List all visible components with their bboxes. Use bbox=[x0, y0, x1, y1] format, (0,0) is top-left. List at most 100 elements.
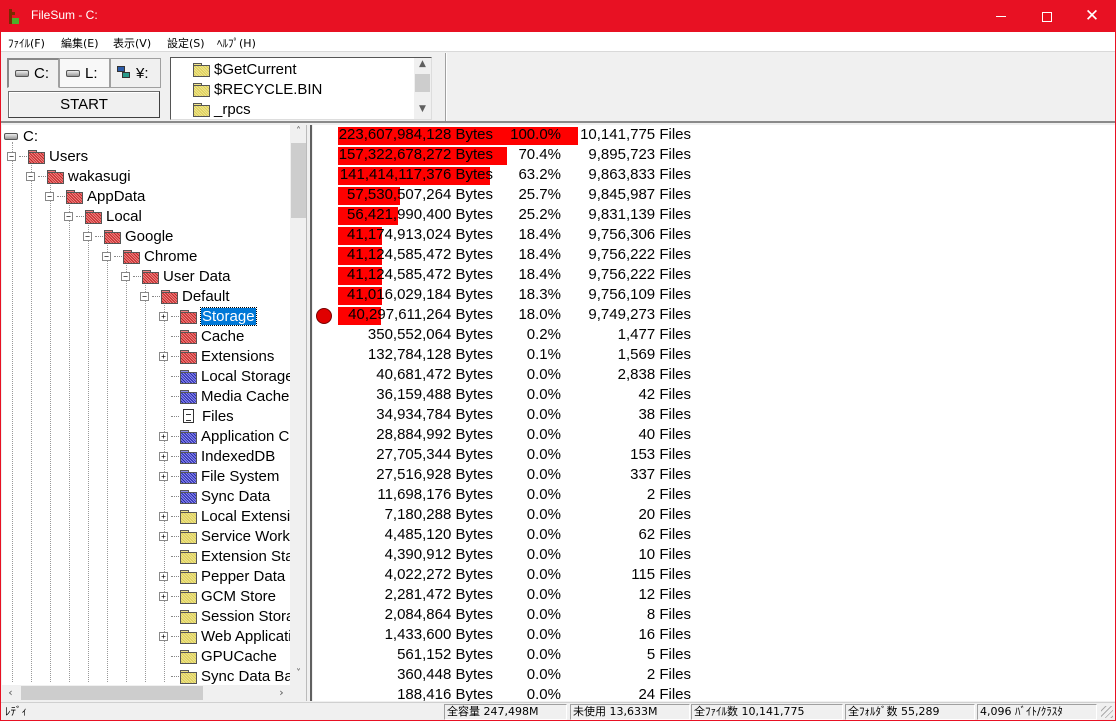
menu-view[interactable]: 表示(V) bbox=[113, 35, 151, 51]
list-row[interactable]: 132,784,128 Bytes 0.1% 1,569 Files bbox=[313, 345, 1113, 365]
list-row[interactable]: 141,414,117,376 Bytes 63.2% 9,863,833 File… bbox=[313, 165, 1113, 185]
list-row[interactable]: 157,322,678,272 Bytes 70.4% 9,895,723 File… bbox=[313, 145, 1113, 165]
list-item[interactable]: _rpcs bbox=[193, 99, 251, 119]
list-row[interactable]: 4,485,120 Bytes 0.0% 62 Files bbox=[313, 525, 1113, 545]
list-row[interactable]: 27,705,344 Bytes 0.0% 153 Files bbox=[313, 445, 1113, 465]
tree-item[interactable]: + Service Worke bbox=[159, 526, 298, 546]
expand-icon[interactable]: + bbox=[159, 471, 168, 481]
root-folder-list[interactable]: $GetCurrent $RECYCLE.BIN _rpcs ▲ ▼ bbox=[170, 57, 432, 120]
tree-item[interactable]: − AppData bbox=[45, 186, 145, 206]
list-row[interactable]: 41,124,585,472 Bytes 18.4% 9,756,222 Files bbox=[313, 245, 1113, 265]
expand-icon[interactable]: + bbox=[159, 571, 168, 581]
tree-item[interactable]: GPUCache bbox=[159, 646, 277, 666]
menu-settings[interactable]: 設定(S) bbox=[167, 35, 205, 51]
close-button[interactable]: ✕ bbox=[1069, 1, 1115, 32]
expand-icon[interactable]: + bbox=[159, 351, 168, 361]
list-row[interactable]: 40,681,472 Bytes 0.0% 2,838 Files bbox=[313, 365, 1113, 385]
list-row[interactable]: 56,421,990,400 Bytes 25.2% 9,831,139 Files bbox=[313, 205, 1113, 225]
collapse-icon[interactable]: − bbox=[26, 171, 35, 181]
collapse-icon[interactable]: − bbox=[121, 271, 130, 281]
tree-item[interactable]: Files bbox=[159, 406, 234, 426]
list-row[interactable]: 188,416 Bytes 0.0% 24 Files bbox=[313, 685, 1113, 701]
collapse-icon[interactable]: − bbox=[45, 191, 54, 201]
expand-icon[interactable]: + bbox=[159, 451, 168, 461]
minimize-button[interactable] bbox=[978, 1, 1024, 32]
menu-help[interactable]: ﾍﾙﾌﾟ(H) bbox=[217, 35, 256, 51]
tree-item[interactable]: Cache bbox=[159, 326, 244, 346]
tree-item[interactable]: − Users bbox=[7, 146, 88, 166]
tab-drive-c[interactable]: C: bbox=[7, 58, 59, 88]
list-row[interactable]: 4,022,272 Bytes 0.0% 115 Files bbox=[313, 565, 1113, 585]
collapse-icon[interactable]: − bbox=[7, 151, 16, 161]
tree-horizontal-scrollbar[interactable]: ‹ › bbox=[2, 685, 290, 701]
start-button[interactable]: START bbox=[8, 91, 160, 118]
collapse-icon[interactable]: − bbox=[140, 291, 149, 301]
expand-icon[interactable]: + bbox=[159, 511, 168, 521]
tree-item[interactable]: + Local Extensic bbox=[159, 506, 298, 526]
list-row[interactable]: 40,297,611,264 Bytes 18.0% 9,749,273 Files bbox=[313, 305, 1113, 325]
tree-item[interactable]: − Default bbox=[140, 286, 230, 306]
scroll-up-icon[interactable]: ▲ bbox=[414, 59, 431, 73]
tree-root[interactable]: C: bbox=[4, 126, 38, 146]
expand-icon[interactable]: + bbox=[159, 591, 168, 601]
list-row[interactable]: 4,390,912 Bytes 0.0% 10 Files bbox=[313, 545, 1113, 565]
expand-icon[interactable]: + bbox=[159, 311, 168, 321]
tree-item[interactable]: Session Stora bbox=[159, 606, 294, 626]
scroll-thumb[interactable] bbox=[21, 686, 203, 700]
tree-item[interactable]: Local Storage bbox=[159, 366, 294, 386]
menu-edit[interactable]: 編集(E) bbox=[61, 35, 99, 51]
collapse-icon[interactable]: − bbox=[64, 211, 73, 221]
scroll-down-icon[interactable]: ˅ bbox=[290, 668, 306, 685]
tree-item[interactable]: + GCM Store bbox=[159, 586, 276, 606]
tree-item[interactable]: − wakasugi bbox=[26, 166, 131, 186]
tree-vertical-scrollbar[interactable]: ˄ ˅ bbox=[290, 125, 306, 685]
folder-tree[interactable]: C: − Users − wakasugi − AppData − Local − Google −… bbox=[2, 125, 307, 701]
expand-icon[interactable]: + bbox=[159, 531, 168, 541]
tree-item[interactable]: + File System bbox=[159, 466, 279, 486]
tree-item[interactable]: − Google bbox=[83, 226, 173, 246]
tree-item[interactable]: + IndexedDB bbox=[159, 446, 275, 466]
expand-icon[interactable]: + bbox=[159, 431, 168, 441]
list-row[interactable]: 34,934,784 Bytes 0.0% 38 Files bbox=[313, 405, 1113, 425]
maximize-button[interactable] bbox=[1024, 1, 1070, 32]
menu-file[interactable]: ﾌｧｲﾙ(F) bbox=[8, 35, 45, 51]
scroll-thumb[interactable] bbox=[415, 74, 430, 92]
list-row[interactable]: 360,448 Bytes 0.0% 2 Files bbox=[313, 665, 1113, 685]
list-row[interactable]: 223,607,984,128 Bytes 100.0% 10,141,775 Fi… bbox=[313, 125, 1113, 145]
tree-item[interactable]: + Extensions bbox=[159, 346, 274, 366]
list-row[interactable]: 11,698,176 Bytes 0.0% 2 Files bbox=[313, 485, 1113, 505]
list-row[interactable]: 2,281,472 Bytes 0.0% 12 Files bbox=[313, 585, 1113, 605]
list-row[interactable]: 57,530,507,264 Bytes 25.7% 9,845,987 Files bbox=[313, 185, 1113, 205]
scroll-right-icon[interactable]: › bbox=[273, 685, 290, 701]
list-row[interactable]: 28,884,992 Bytes 0.0% 40 Files bbox=[313, 425, 1113, 445]
tree-item[interactable]: − Chrome bbox=[102, 246, 197, 266]
list-row[interactable]: 1,433,600 Bytes 0.0% 16 Files bbox=[313, 625, 1113, 645]
tree-item[interactable]: Extension Stat bbox=[159, 546, 298, 566]
pane-splitter[interactable] bbox=[307, 125, 312, 701]
list-row[interactable]: 350,552,064 Bytes 0.2% 1,477 Files bbox=[313, 325, 1113, 345]
tree-item[interactable]: − User Data bbox=[121, 266, 231, 286]
resize-grip[interactable] bbox=[1101, 706, 1113, 718]
expand-icon[interactable]: + bbox=[159, 631, 168, 641]
scroll-down-icon[interactable]: ▼ bbox=[414, 104, 431, 118]
folder-list-scrollbar[interactable]: ▲ ▼ bbox=[414, 58, 431, 119]
tree-item[interactable]: Sync Data bbox=[159, 486, 270, 506]
tree-item[interactable]: + Web Applicati bbox=[159, 626, 292, 646]
tab-drive-l[interactable]: L: bbox=[59, 58, 110, 88]
list-row[interactable]: 7,180,288 Bytes 0.0% 20 Files bbox=[313, 505, 1113, 525]
list-row[interactable]: 41,016,029,184 Bytes 18.3% 9,756,109 Files bbox=[313, 285, 1113, 305]
list-row[interactable]: 36,159,488 Bytes 0.0% 42 Files bbox=[313, 385, 1113, 405]
tree-item[interactable]: Media Cache bbox=[159, 386, 289, 406]
list-item[interactable]: $RECYCLE.BIN bbox=[193, 79, 322, 99]
list-row[interactable]: 561,152 Bytes 0.0% 5 Files bbox=[313, 645, 1113, 665]
collapse-icon[interactable]: − bbox=[83, 231, 92, 241]
list-row[interactable]: 2,084,864 Bytes 0.0% 8 Files bbox=[313, 605, 1113, 625]
list-row[interactable]: 27,516,928 Bytes 0.0% 337 Files bbox=[313, 465, 1113, 485]
tree-item[interactable]: − Local bbox=[64, 206, 142, 226]
tab-drive-yen[interactable]: ¥: bbox=[110, 58, 161, 88]
scroll-thumb[interactable] bbox=[291, 143, 306, 218]
list-row[interactable]: 41,124,585,472 Bytes 18.4% 9,756,222 Files bbox=[313, 265, 1113, 285]
list-item[interactable]: $GetCurrent bbox=[193, 59, 297, 79]
scroll-left-icon[interactable]: ‹ bbox=[2, 685, 19, 701]
size-list[interactable]: 223,607,984,128 Bytes 100.0% 10,141,775 Fi… bbox=[313, 125, 1115, 701]
